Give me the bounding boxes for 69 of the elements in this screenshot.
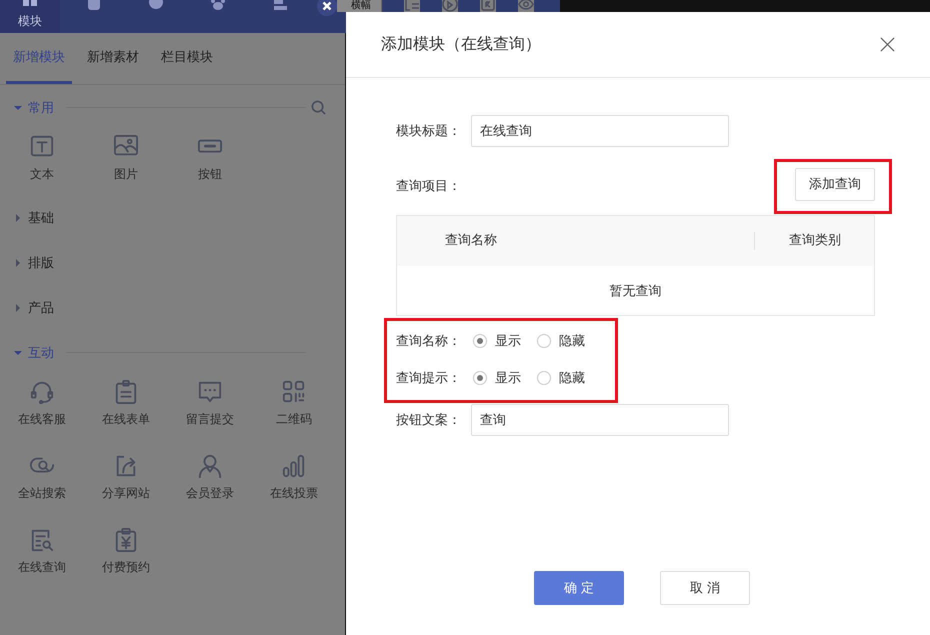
empty-text: 暂无查询 <box>610 282 662 300</box>
field-label: 查询名称： <box>396 332 462 350</box>
caret-right-icon[interactable] <box>14 258 22 266</box>
cancel-button[interactable]: 取 消 <box>660 571 750 605</box>
close-icon[interactable] <box>317 0 337 16</box>
dialog-title: 添加模块（在线查询） <box>381 34 541 55</box>
eye-icon[interactable] <box>518 0 534 12</box>
caret-right-icon[interactable] <box>14 214 22 222</box>
module-item-label[interactable]: 全站搜索 <box>18 485 66 502</box>
bar-chart-icon <box>282 454 306 478</box>
module-item-label[interactable]: 在线客服 <box>18 411 66 428</box>
group-title[interactable]: 基础 <box>28 208 54 226</box>
radio-button[interactable] <box>473 334 487 348</box>
letter-t-icon <box>30 135 54 159</box>
column-header: 查询名称 <box>444 232 498 250</box>
module-item-label[interactable]: 按钮 <box>198 166 222 183</box>
field-label: 模块标题： <box>396 123 462 140</box>
panel-tab[interactable]: 新增模块 <box>6 49 72 84</box>
radio-label[interactable]: 隐藏 <box>559 368 585 386</box>
module-tab[interactable]: 模块 <box>0 0 60 33</box>
confirm-button[interactable]: 确 定 <box>534 571 624 605</box>
panel-tab[interactable]: 新增素材 <box>87 49 139 81</box>
close-icon[interactable] <box>880 37 895 52</box>
group-title[interactable]: 排版 <box>28 254 54 272</box>
search-icon[interactable] <box>311 100 326 115</box>
panel-tab[interactable]: 栏目模块 <box>161 49 213 81</box>
column-header: 查询类别 <box>754 232 875 250</box>
module-item-label[interactable]: 在线查询 <box>18 559 66 576</box>
field-label: 查询提示： <box>396 370 462 386</box>
clipboard-icon <box>114 380 138 404</box>
group-title[interactable]: 互动 <box>28 344 54 362</box>
radio-label[interactable]: 显示 <box>495 368 521 386</box>
module-item-label[interactable]: 付费预约 <box>102 559 150 576</box>
button-text-input[interactable]: 查询 <box>471 404 729 436</box>
field-label: 查询项目： <box>396 178 462 195</box>
swap-icon[interactable] <box>404 0 420 12</box>
group-title[interactable]: 产品 <box>28 298 54 316</box>
caret-down-icon[interactable] <box>14 348 22 356</box>
caret-down-icon[interactable] <box>14 104 22 112</box>
title-input[interactable]: 在线查询 <box>471 115 729 147</box>
module-item-label[interactable]: 留言提交 <box>186 411 234 428</box>
module-item-label[interactable]: 文本 <box>30 166 54 183</box>
play-icon[interactable] <box>442 0 458 12</box>
square-icon[interactable] <box>480 0 496 12</box>
module-item-label[interactable]: 在线表单 <box>102 411 150 428</box>
add-query-button[interactable]: 添加查询 <box>795 168 875 200</box>
headset-icon <box>30 380 54 404</box>
group-title[interactable]: 常用 <box>28 98 54 116</box>
user-icon <box>198 454 222 478</box>
clipboard-yen-icon <box>114 528 138 552</box>
field-label: 按钮文案： <box>396 412 462 429</box>
chat-bubble-icon <box>198 380 222 404</box>
radio-button[interactable] <box>473 370 487 384</box>
radio-button[interactable] <box>537 370 551 384</box>
banner-label[interactable]: 横幅 <box>337 0 381 12</box>
layout-icon[interactable] <box>272 0 288 10</box>
qr-code-icon <box>282 380 306 404</box>
module-item-label[interactable]: 会员登录 <box>186 485 234 502</box>
paw-icon[interactable] <box>210 0 226 10</box>
document-search-icon <box>30 528 54 552</box>
module-item-label[interactable]: 二维码 <box>276 411 312 428</box>
module-item-label[interactable]: 在线投票 <box>270 485 318 502</box>
radio-label[interactable]: 显示 <box>495 332 521 350</box>
module-item-label[interactable]: 图片 <box>114 166 138 183</box>
module-item-label[interactable]: 分享网站 <box>102 485 150 502</box>
radio-button[interactable] <box>537 334 551 348</box>
radio-label[interactable]: 隐藏 <box>559 332 585 350</box>
share-icon <box>114 454 138 478</box>
caret-right-icon[interactable] <box>14 304 22 312</box>
